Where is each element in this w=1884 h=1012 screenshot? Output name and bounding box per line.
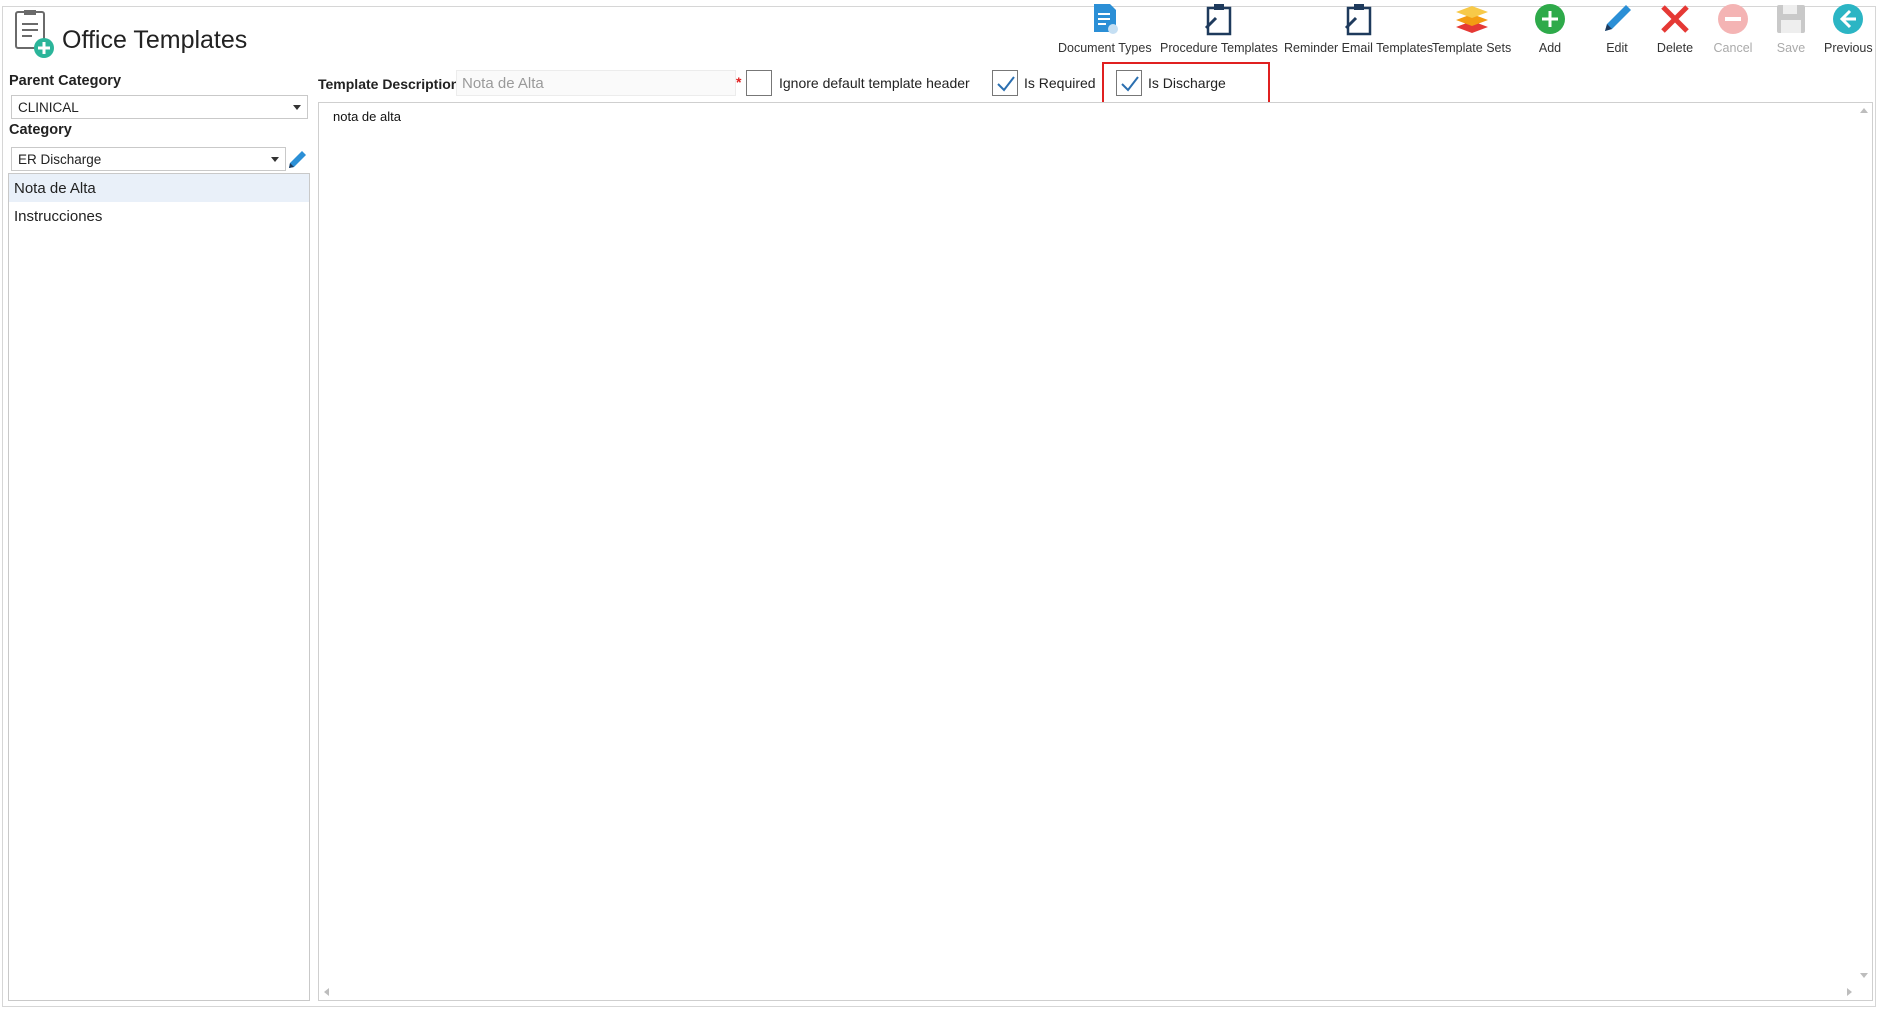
edit-category-pencil-icon[interactable] [286,149,308,171]
office-templates-icon [14,10,56,62]
arrow-left-icon [1828,0,1868,38]
parent-category-select[interactable]: CLINICAL [11,95,308,119]
reminder-email-templates-button[interactable]: Reminder Email Templates [1284,0,1433,58]
save-button[interactable]: Save [1771,0,1811,58]
template-editor[interactable]: nota de alta [318,102,1873,1001]
cancel-button[interactable]: Cancel [1713,0,1753,58]
reminder-email-templates-label: Reminder Email Templates [1284,41,1434,55]
category-value: ER Discharge [18,152,102,167]
procedure-templates-icon [1199,0,1239,38]
list-item[interactable]: Nota de Alta [9,174,309,202]
save-label: Save [1776,41,1806,55]
category-select[interactable]: ER Discharge [11,147,286,171]
delete-label: Delete [1656,41,1694,55]
edit-button[interactable]: Edit [1597,0,1637,58]
reminder-email-templates-icon [1339,0,1379,38]
template-description-label: Template Description [318,76,460,92]
horizontal-scrollbar[interactable] [319,984,1857,1000]
document-types-icon [1085,0,1125,38]
is-required-checkbox[interactable] [992,70,1018,96]
required-marker: * [736,74,742,90]
chevron-down-icon [271,157,279,162]
document-types-label: Document Types [1058,41,1152,55]
add-icon [1530,0,1570,38]
previous-button[interactable]: Previous [1824,0,1873,58]
pencil-icon [1597,0,1637,38]
layers-icon [1452,0,1492,38]
scroll-left-icon[interactable] [324,988,329,996]
is-required-label: Is Required [1024,75,1096,91]
page-title: Office Templates [62,26,248,54]
cancel-icon [1713,0,1753,38]
previous-label: Previous [1824,41,1873,55]
add-button[interactable]: Add [1530,0,1570,58]
scroll-right-icon[interactable] [1847,988,1852,996]
cancel-label: Cancel [1713,41,1753,55]
chevron-down-icon [293,105,301,110]
category-label: Category [9,122,72,138]
ignore-default-header-checkbox[interactable] [746,70,772,96]
procedure-templates-button[interactable]: Procedure Templates [1160,0,1278,58]
editor-content[interactable]: nota de alta [333,109,401,124]
floppy-disk-icon [1771,0,1811,38]
checkmark-icon [997,76,1015,92]
parent-category-value: CLINICAL [18,100,79,115]
scroll-up-icon[interactable] [1860,108,1868,113]
template-sets-label: Template Sets [1432,41,1512,55]
template-description-input[interactable]: Nota de Alta [456,70,736,96]
template-list: Nota de Alta Instrucciones [8,173,310,1001]
list-item[interactable]: Instrucciones [9,202,309,230]
is-discharge-highlight [1102,62,1270,104]
procedure-templates-label: Procedure Templates [1160,41,1278,55]
add-label: Add [1538,41,1562,55]
document-types-button[interactable]: Document Types [1058,0,1152,58]
delete-x-icon [1655,0,1695,38]
scroll-down-icon[interactable] [1860,973,1868,978]
edit-label: Edit [1606,41,1628,55]
template-sets-button[interactable]: Template Sets [1432,0,1511,58]
parent-category-label: Parent Category [9,73,122,89]
ignore-default-header-label: Ignore default template header [779,75,970,91]
delete-button[interactable]: Delete [1655,0,1695,58]
vertical-scrollbar[interactable] [1856,103,1872,983]
